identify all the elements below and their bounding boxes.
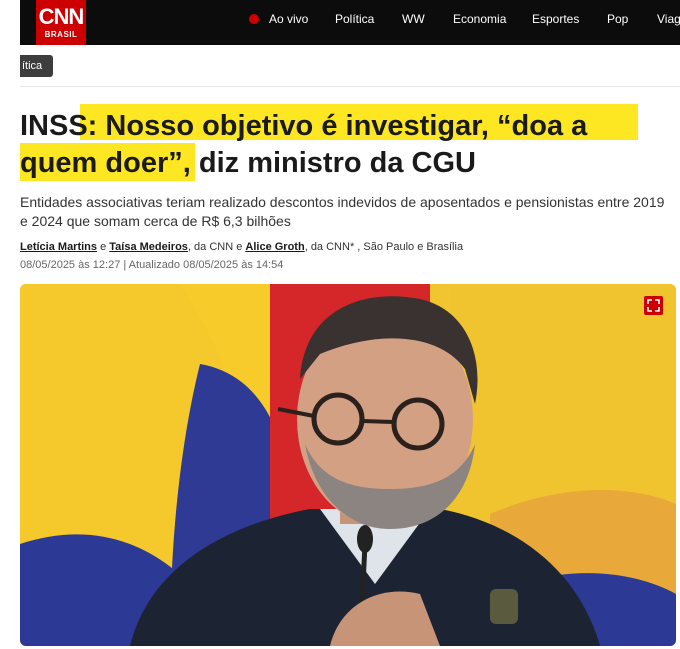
nav-item-economia[interactable]: Economia (453, 12, 506, 26)
byline-text: e (97, 241, 110, 253)
live-indicator-icon (249, 14, 259, 24)
headline-quote-part-2: quem doer” (20, 147, 183, 179)
logo-subtext: BRASIL (44, 30, 78, 39)
author-link[interactable]: Taísa Medeiros (109, 241, 188, 253)
nav-item-politica[interactable]: Política (335, 12, 374, 26)
byline-text: , da CNN* , São Paulo e Brasília (304, 241, 464, 253)
byline-text: , da CNN e (187, 241, 246, 253)
nav-item-viagem[interactable]: Viage (657, 12, 680, 26)
author-link[interactable]: Alice Groth (245, 241, 304, 253)
logo-text: CNN (38, 4, 85, 29)
hero-image[interactable] (20, 284, 676, 646)
nav-item-esportes[interactable]: Esportes (532, 12, 579, 26)
nav-item-ww[interactable]: WW (402, 12, 425, 26)
article-byline: Letícia Martins e Taísa Medeiros, da CNN… (20, 241, 660, 253)
article-subtitle: Entidades associativas teriam realizado … (20, 194, 665, 229)
headline-quote-part-1: Nosso objetivo é investigar, “doa a (105, 110, 588, 142)
page-left-margin (0, 0, 20, 649)
article-headline: INSS: Nosso objetivo é investigar, “doa … (20, 108, 660, 182)
headline-suffix: , diz ministro da CGU (182, 147, 476, 179)
fullscreen-icon[interactable] (644, 296, 663, 315)
cnn-brasil-logo[interactable]: CNN BRASIL (36, 0, 86, 45)
nav-item-pop[interactable]: Pop (607, 12, 628, 26)
section-tag-politica[interactable]: ítica (20, 55, 53, 77)
article-dateline: 08/05/2025 às 12:27 | Atualizado 08/05/2… (20, 259, 284, 271)
author-link[interactable]: Letícia Martins (20, 241, 97, 253)
headline-prefix: INSS: (20, 110, 106, 142)
top-nav-bar: CNN BRASIL Ao vivo Política WW Economia … (20, 0, 680, 45)
divider (20, 86, 680, 87)
nav-item-ao-vivo[interactable]: Ao vivo (269, 12, 308, 26)
hero-photo-minister (20, 284, 676, 646)
